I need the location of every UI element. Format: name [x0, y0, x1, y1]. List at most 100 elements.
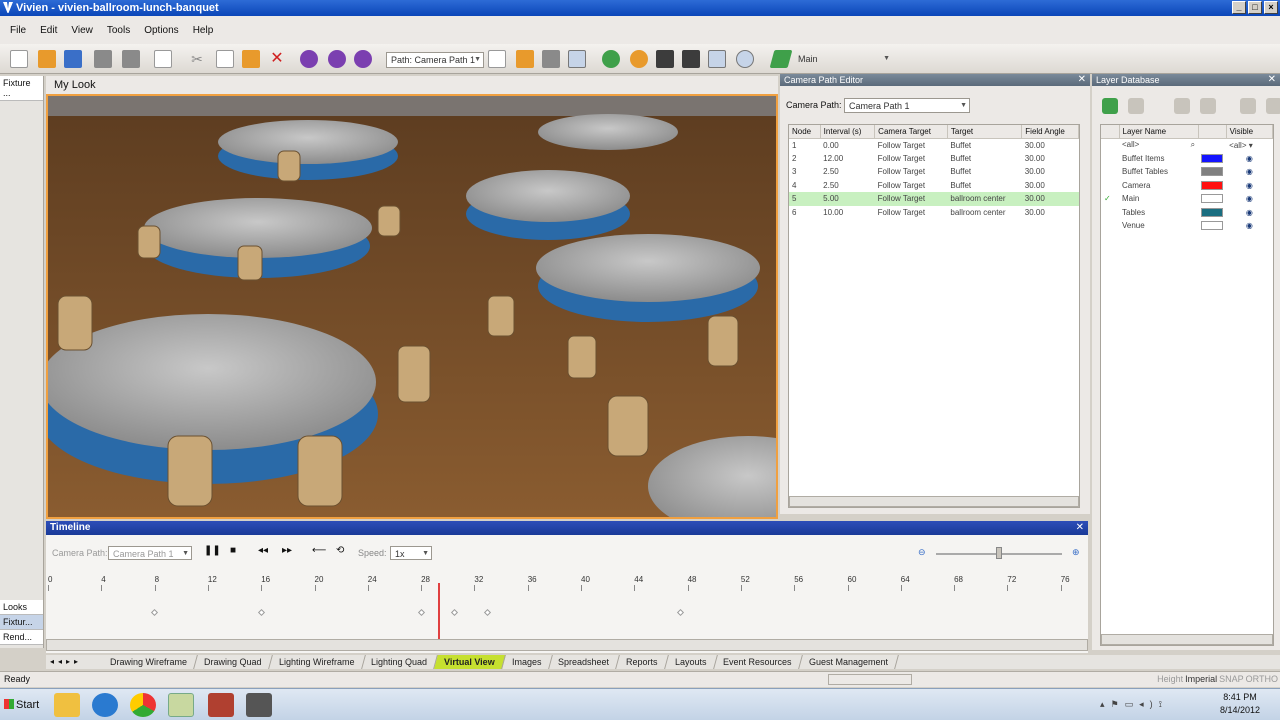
column-header-visible[interactable]: Visible — [1226, 125, 1274, 139]
internet-explorer-icon[interactable] — [92, 693, 118, 717]
system-tray[interactable]: ▴⚑▭◂)⟟ — [1100, 699, 1168, 710]
file-explorer-icon[interactable] — [54, 693, 80, 717]
view-tab-drawing-wireframe[interactable]: Drawing Wireframe — [100, 655, 198, 669]
camera-path-select[interactable]: Camera Path 1 ▼ — [844, 98, 970, 113]
table-cell[interactable]: Buffet — [947, 138, 1021, 152]
view-tab-images[interactable]: Images — [501, 655, 553, 669]
layer-color-swatch[interactable] — [1198, 192, 1226, 206]
table-cell[interactable]: Follow Target — [875, 152, 948, 166]
layer-row[interactable]: Buffet Tables ◉ — [1101, 165, 1273, 179]
view-tab-layouts[interactable]: Layouts — [665, 655, 718, 669]
layer-row[interactable]: Tables ◉ — [1101, 206, 1273, 220]
layer-row[interactable]: Venue ◉ — [1101, 219, 1273, 233]
select-arrow-icon[interactable] — [568, 50, 586, 68]
table-cell[interactable]: 4 — [789, 179, 820, 193]
table-row[interactable]: 3 2.50 Follow Target Buffet 30.00 — [789, 165, 1079, 179]
table-cell[interactable]: 30.00 — [1021, 192, 1079, 206]
tab-navigation-arrows[interactable]: ◂◂▸▸ — [46, 655, 102, 669]
table-cell[interactable]: 5.00 — [820, 192, 875, 206]
layer-horizontal-scrollbar[interactable] — [1101, 634, 1273, 645]
layer-settings-icon[interactable] — [1266, 98, 1280, 114]
column-header-node[interactable]: Node — [789, 125, 821, 139]
keyframe-marker[interactable] — [150, 608, 159, 617]
keyframe-marker[interactable] — [677, 608, 685, 617]
lock-icon[interactable] — [516, 50, 534, 68]
search-icon[interactable]: ⌕ — [1191, 140, 1195, 150]
ortho-indicator[interactable]: ORTHO — [1246, 672, 1278, 687]
refresh-icon[interactable] — [354, 50, 372, 68]
table-row[interactable]: 1 0.00 Follow Target Buffet 30.00 — [789, 138, 1079, 152]
layer-color-swatch[interactable] — [1198, 206, 1226, 220]
layer-properties-icon[interactable] — [1240, 98, 1256, 114]
layer-color-swatch[interactable] — [1198, 165, 1226, 179]
table-cell[interactable]: 30.00 — [1022, 179, 1079, 193]
video-camera-icon[interactable] — [708, 50, 726, 68]
cut-icon[interactable]: ✂ — [188, 50, 206, 68]
table-cell[interactable]: ballroom center — [947, 206, 1021, 220]
table-cell[interactable]: Follow Target — [875, 138, 948, 152]
vivien-taskbar-icon[interactable] — [168, 693, 194, 717]
layers-icon[interactable] — [769, 50, 793, 68]
delete-layer-icon[interactable] — [1128, 98, 1144, 114]
keyframe-marker[interactable] — [484, 608, 492, 617]
horizontal-scrollbar[interactable] — [789, 496, 1079, 507]
layer-name[interactable]: Main — [1119, 192, 1198, 206]
keyframe-marker[interactable] — [257, 608, 265, 617]
view-tab-virtual-view[interactable]: Virtual View — [434, 655, 506, 669]
copy-icon[interactable] — [216, 50, 234, 68]
layer-row[interactable]: ✓ Main ◉ — [1101, 192, 1273, 206]
units-indicator[interactable]: Imperial — [1185, 672, 1217, 687]
page-setup-icon[interactable] — [154, 50, 172, 68]
recorder-icon[interactable] — [208, 693, 234, 717]
start-button[interactable]: Start — [2, 693, 44, 717]
visible-eye-icon[interactable]: ◉ — [1226, 179, 1272, 193]
layer-grid[interactable]: Layer Name Visible <all> ⌕ <all> ▾ Buffe… — [1100, 124, 1274, 646]
open-folder-icon[interactable] — [38, 50, 56, 68]
filter-visible-cell[interactable]: <all> ▾ — [1226, 138, 1272, 152]
menu-options[interactable]: Options — [144, 25, 178, 36]
layer-active-cell[interactable] — [1101, 165, 1119, 179]
redo-icon[interactable] — [328, 50, 346, 68]
undo-icon[interactable] — [300, 50, 318, 68]
camera-path-toolbar-dropdown[interactable]: Path: Camera Path 1 ▼ — [386, 52, 484, 68]
visible-eye-icon[interactable]: ◉ — [1226, 152, 1272, 166]
minimize-button[interactable]: _ — [1232, 1, 1246, 14]
table-cell[interactable]: 30.00 — [1022, 206, 1079, 220]
close-button[interactable]: × — [1264, 1, 1278, 14]
move-down-icon[interactable] — [1200, 98, 1216, 114]
layer-dropdown[interactable]: Main ▼ — [794, 52, 892, 68]
layer-active-cell[interactable] — [1101, 206, 1119, 220]
timeline-clock-icon[interactable] — [736, 50, 754, 68]
table-row[interactable]: 6 10.00 Follow Target ballroom center 30.00 — [789, 206, 1079, 220]
delete-icon[interactable]: ✕ — [268, 50, 286, 68]
menu-edit[interactable]: Edit — [40, 25, 57, 36]
table-cell[interactable]: 30.00 — [1022, 138, 1079, 152]
column-header-field-angle[interactable]: Field Angle — [1021, 125, 1079, 139]
layer-active-cell[interactable] — [1101, 152, 1119, 166]
add-layer-icon[interactable] — [1102, 98, 1118, 114]
table-cell[interactable]: 2 — [789, 152, 820, 166]
table-cell[interactable]: 3 — [789, 165, 820, 179]
render-icon[interactable] — [656, 50, 674, 68]
paste-icon[interactable] — [242, 50, 260, 68]
edit-path-icon[interactable] — [488, 50, 506, 68]
table-cell[interactable]: Buffet — [947, 179, 1021, 193]
height-indicator[interactable]: Height — [1157, 672, 1183, 687]
close-icon[interactable]: ✕ — [1078, 74, 1086, 86]
save-icon[interactable] — [64, 50, 82, 68]
frame-icon[interactable] — [682, 50, 700, 68]
table-row[interactable]: 2 12.00 Follow Target Buffet 30.00 — [789, 152, 1079, 166]
table-row[interactable]: 4 2.50 Follow Target Buffet 30.00 — [789, 179, 1079, 193]
playhead[interactable] — [438, 583, 441, 639]
visible-eye-icon[interactable]: ◉ — [1226, 219, 1272, 233]
visible-eye-icon[interactable]: ◉ — [1226, 165, 1272, 179]
view-tab-lighting-quad[interactable]: Lighting Quad — [361, 655, 439, 669]
timeline-ruler[interactable]: 0 4 8 12 16 20 24 28 32 36 40 44 48 52 56 60 64 68 72 76 — [46, 535, 1088, 639]
layer-name[interactable]: Camera — [1119, 179, 1198, 193]
layer-color-swatch[interactable] — [1198, 179, 1226, 193]
layer-color-swatch[interactable] — [1198, 152, 1226, 166]
view-tab-event-resources[interactable]: Event Resources — [713, 655, 803, 669]
table-cell[interactable]: 30.00 — [1022, 165, 1079, 179]
camera-icon[interactable] — [542, 50, 560, 68]
app-taskbar-icon[interactable] — [246, 693, 272, 717]
